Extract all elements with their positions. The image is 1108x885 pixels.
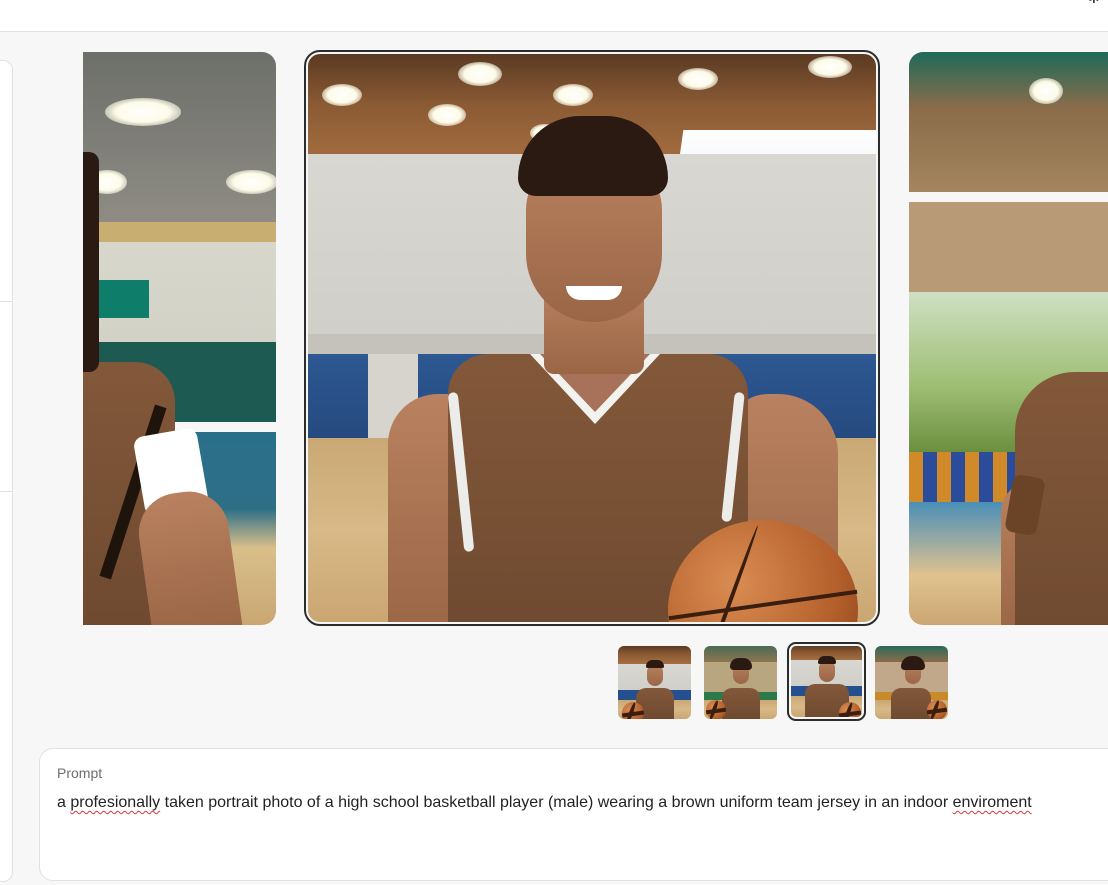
thumbnail-2[interactable] (704, 646, 777, 719)
generated-image (308, 54, 876, 622)
thumbnail-strip (617, 642, 951, 721)
top-bar: ✲ (0, 0, 1108, 32)
thumbnail-3-selected[interactable] (787, 642, 866, 721)
image-variation-previous[interactable] (83, 52, 276, 625)
thumbnail-image (704, 646, 777, 719)
image-variation-selected[interactable] (304, 50, 880, 626)
misspelled-word[interactable]: profesionally (70, 794, 160, 811)
thumbnail-image (618, 646, 691, 719)
generated-image (83, 52, 276, 625)
prompt-label: Prompt (57, 765, 103, 781)
panel-divider (0, 491, 12, 492)
prompt-panel[interactable]: Prompt a profesionally taken portrait ph… (39, 748, 1108, 881)
side-panel (0, 60, 13, 882)
misspelled-word[interactable]: enviroment (953, 794, 1032, 811)
generated-image (909, 52, 1108, 625)
thumbnail-4[interactable] (875, 646, 948, 719)
thumbnail-image (791, 646, 862, 717)
panel-divider (0, 301, 12, 302)
prompt-text-segment: taken portrait photo of a high school ba… (160, 794, 953, 811)
thumbnail-1[interactable] (618, 646, 691, 719)
settings-icon[interactable]: ✲ (1088, 0, 1104, 6)
thumbnail-image (875, 646, 948, 719)
prompt-input[interactable]: a profesionally taken portrait photo of … (57, 794, 1032, 812)
prompt-text-segment: a (57, 794, 71, 811)
image-variation-next[interactable] (909, 52, 1108, 625)
